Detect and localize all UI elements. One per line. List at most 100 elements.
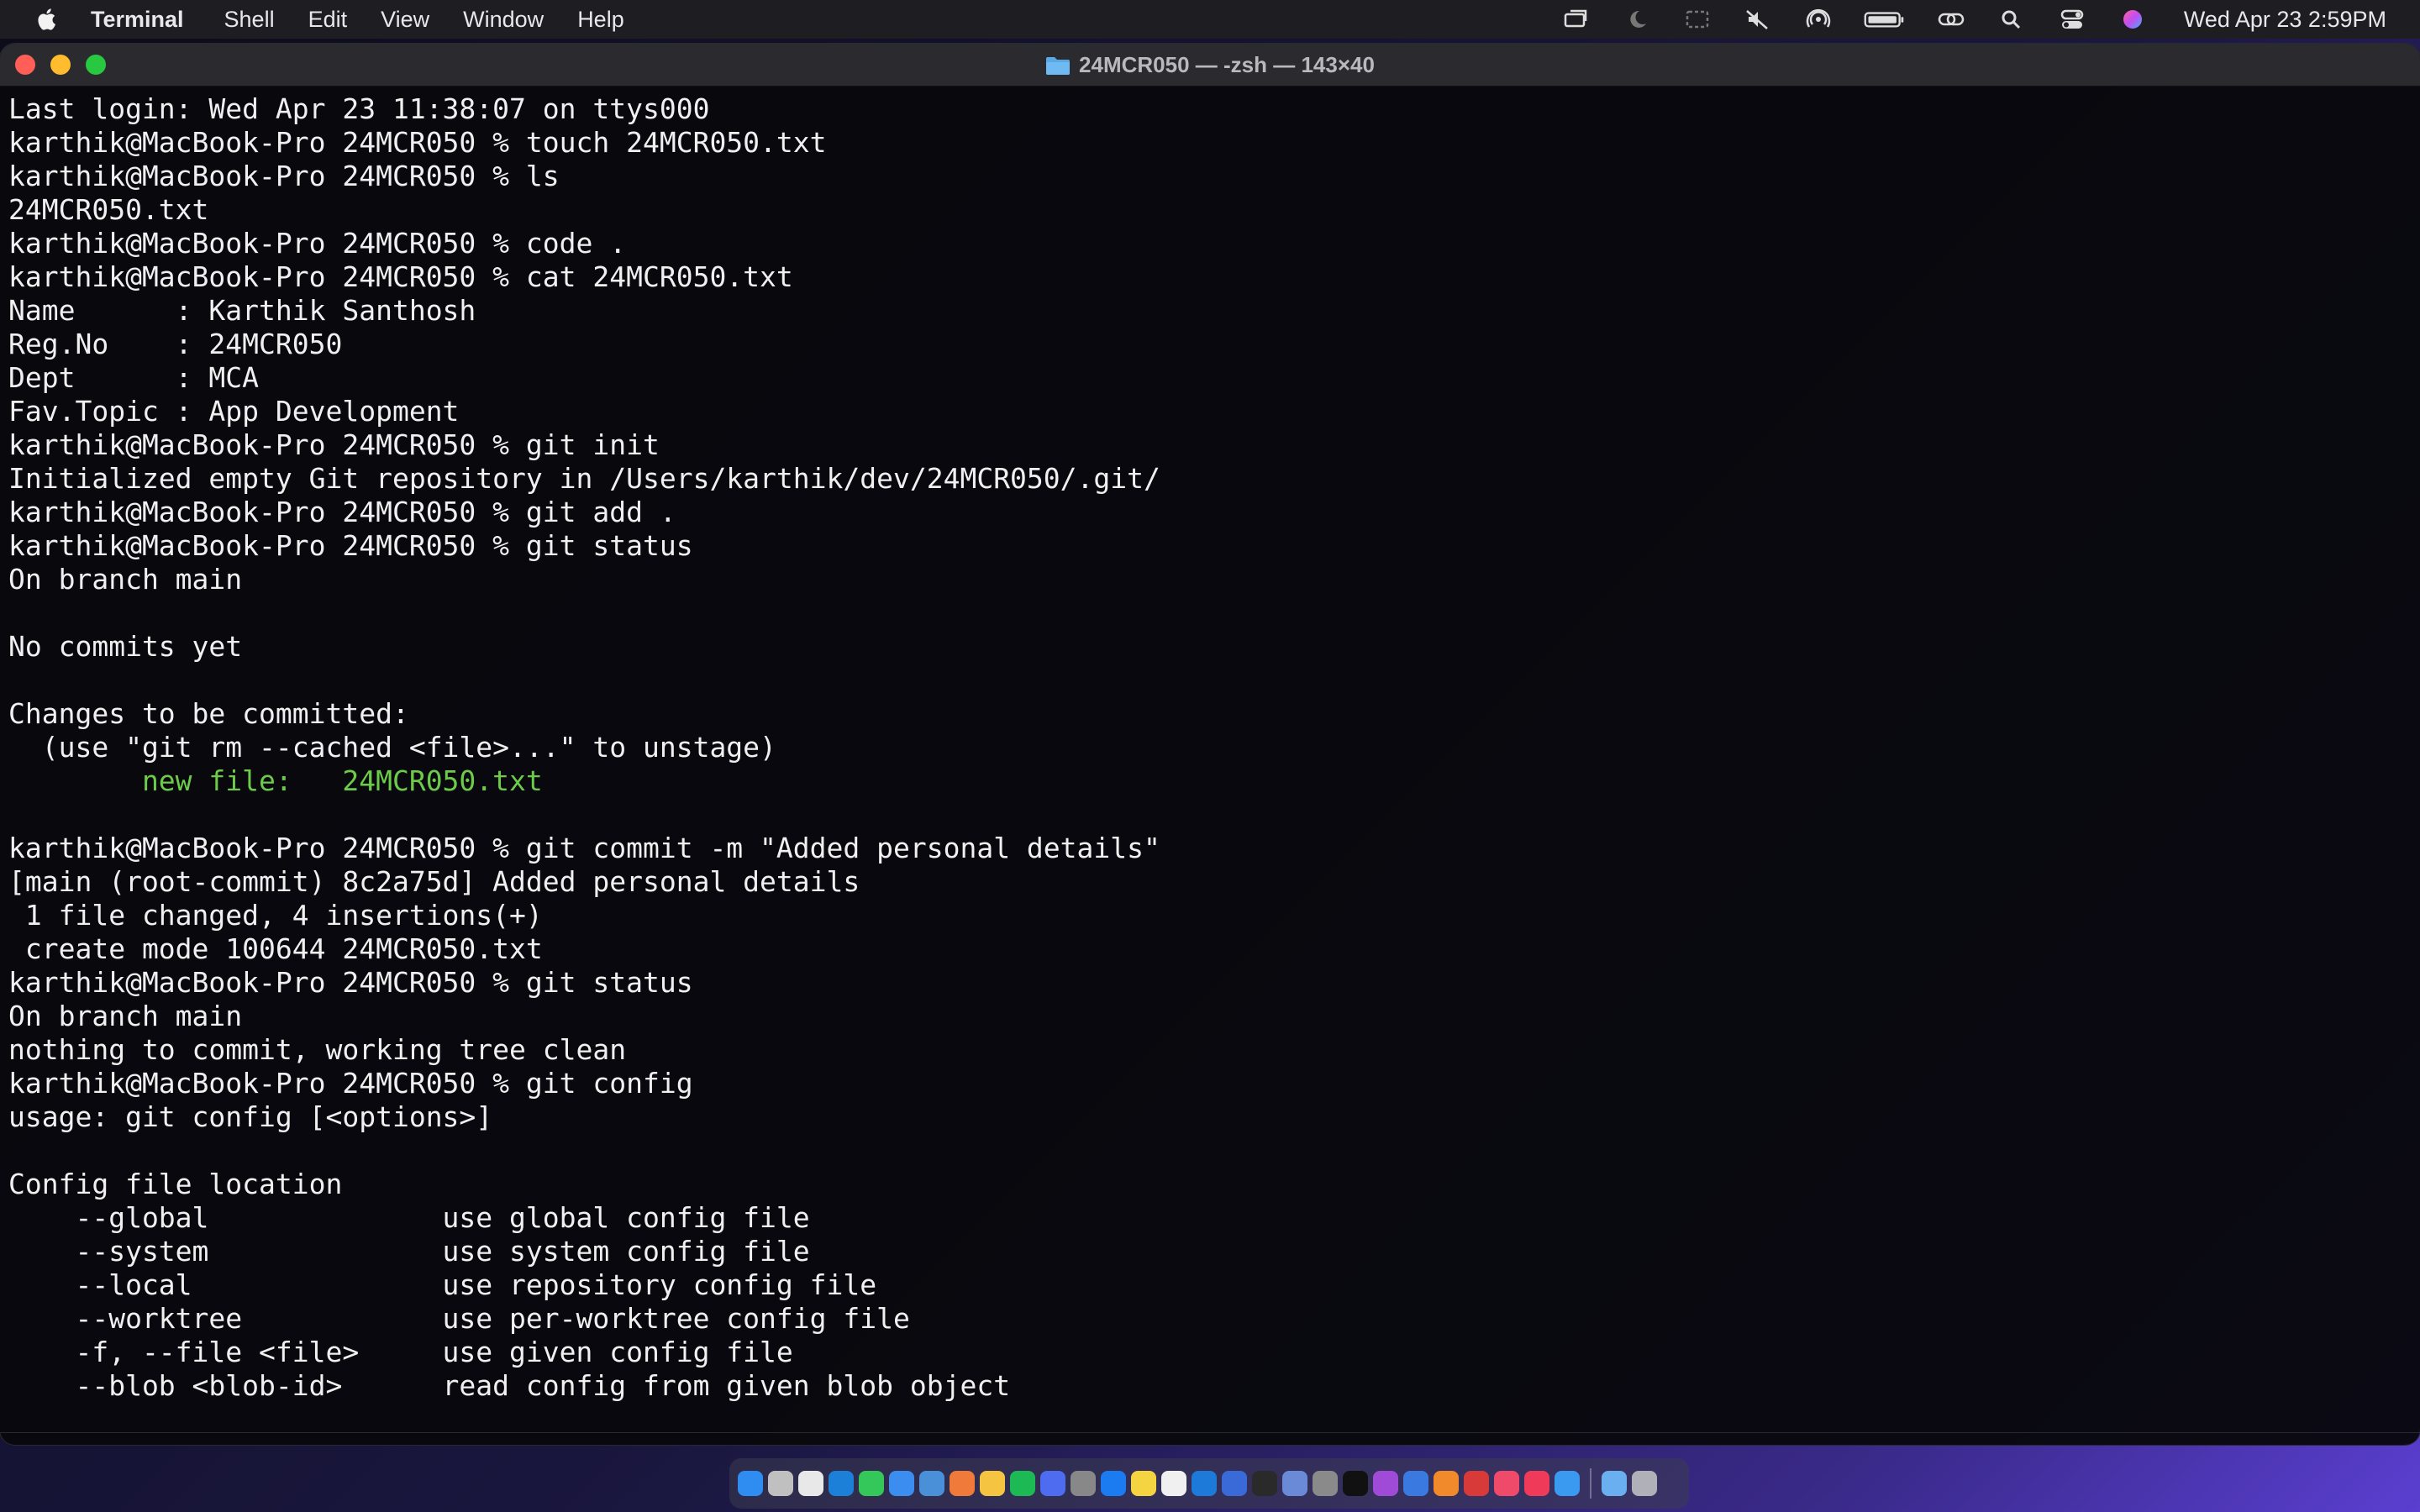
- terminal-line: --global use global config file: [8, 1201, 810, 1234]
- terminal-line: Fav.Topic : App Development: [8, 395, 460, 428]
- notes-icon[interactable]: [1131, 1471, 1156, 1496]
- terminal-line: karthik@MacBook-Pro 24MCR050 % cat 24MCR…: [8, 260, 793, 293]
- chrome-icon[interactable]: [798, 1471, 823, 1496]
- terminal-line: Dept : MCA: [8, 361, 260, 394]
- control-center-icon[interactable]: [2054, 7, 2090, 32]
- minimize-window-button[interactable]: [50, 55, 71, 75]
- terminal-line: -f, --file <file> use given config file: [8, 1336, 793, 1368]
- dock-separator: [1590, 1468, 1591, 1499]
- terminal-line: karthik@MacBook-Pro 24MCR050 % ls: [8, 160, 560, 192]
- preview-icon[interactable]: [1282, 1471, 1307, 1496]
- terminal-line: create mode 100644 24MCR050.txt: [8, 932, 543, 965]
- terminal-line: On branch main: [8, 1000, 243, 1032]
- safari-icon[interactable]: [1555, 1471, 1580, 1496]
- stack-icon[interactable]: [1040, 1471, 1065, 1496]
- zoom-window-button[interactable]: [86, 55, 106, 75]
- terminal-line: --local use repository config file: [8, 1268, 877, 1301]
- close-window-button[interactable]: [15, 55, 35, 75]
- terminal-line: usage: git config [<options>]: [8, 1100, 493, 1133]
- edge-icon[interactable]: [829, 1471, 854, 1496]
- menu-bar: Terminal Shell Edit View Window Help Wed…: [0, 0, 2420, 39]
- terminal-line: Initialized empty Git repository in /Use…: [8, 462, 1160, 495]
- terminal-line: nothing to commit, working tree clean: [8, 1033, 627, 1066]
- menu-window[interactable]: Window: [463, 7, 544, 33]
- terminal-line: Reg.No : 24MCR050: [8, 328, 343, 360]
- menu-app-terminal[interactable]: Terminal: [91, 7, 184, 33]
- terminal-line: new file: 24MCR050.txt: [8, 764, 543, 797]
- terminal-icon[interactable]: [1252, 1471, 1277, 1496]
- chatgpt-icon[interactable]: [1343, 1471, 1368, 1496]
- airdrop-icon[interactable]: [1801, 7, 1836, 32]
- scrollbar[interactable]: [2410, 86, 2420, 1445]
- launchpad-icon[interactable]: [768, 1471, 793, 1496]
- moon-icon[interactable]: [1619, 7, 1655, 32]
- system-settings-icon[interactable]: [1313, 1471, 1338, 1496]
- terminal-line: --worktree use per-worktree config file: [8, 1302, 910, 1335]
- terminal-line: Config file location: [8, 1168, 343, 1200]
- mail-icon[interactable]: [889, 1471, 914, 1496]
- terminal-window: 24MCR050 — -zsh — 143×40 Last login: Wed…: [0, 44, 2420, 1445]
- window-title-container: 24MCR050 — -zsh — 143×40: [0, 44, 2420, 86]
- screen-mirror-icon[interactable]: [1680, 7, 1715, 32]
- xcode-icon[interactable]: [1222, 1471, 1247, 1496]
- terminal-line: karthik@MacBook-Pro 24MCR050 % git commi…: [8, 832, 1160, 864]
- terminal-line: karthik@MacBook-Pro 24MCR050 % git add .: [8, 496, 676, 528]
- notes-app-icon[interactable]: [980, 1471, 1005, 1496]
- vscode-icon[interactable]: [1192, 1471, 1217, 1496]
- terminal-line: (use "git rm --cached <file>..." to unst…: [8, 731, 776, 764]
- terminal-output[interactable]: Last login: Wed Apr 23 11:38:07 on ttys0…: [8, 92, 2403, 1428]
- siri-icon[interactable]: [2115, 7, 2150, 32]
- title-bar[interactable]: 24MCR050 — -zsh — 143×40: [0, 44, 2420, 87]
- folder-icon: [1045, 55, 1071, 75]
- window-title: 24MCR050 — -zsh — 143×40: [1079, 51, 1375, 77]
- trash-icon[interactable]: [1632, 1471, 1657, 1496]
- menu-view[interactable]: View: [381, 7, 429, 33]
- menubar-clock[interactable]: Wed Apr 23 2:59PM: [2184, 7, 2386, 33]
- photos-icon[interactable]: [950, 1471, 975, 1496]
- pages-icon[interactable]: [1434, 1471, 1459, 1496]
- settings-app-icon[interactable]: [1071, 1471, 1096, 1496]
- terminal-line: 24MCR050.txt: [8, 193, 209, 226]
- podcasts-icon[interactable]: [1373, 1471, 1398, 1496]
- apple-logo-icon[interactable]: [32, 3, 64, 35]
- screen-recorder-icon[interactable]: [1464, 1471, 1489, 1496]
- stage-manager-icon[interactable]: [1559, 7, 1594, 32]
- terminal-line: Changes to be committed:: [8, 697, 409, 730]
- terminal-line: Last login: Wed Apr 23 11:38:07 on ttys0…: [8, 92, 710, 125]
- window-bottom-edge: [0, 1432, 2420, 1445]
- messages-icon[interactable]: [859, 1471, 884, 1496]
- terminal-line: --blob <blob-id> read config from given …: [8, 1369, 1011, 1402]
- terminal-line: On branch main: [8, 563, 243, 596]
- terminal-line: --system use system config file: [8, 1235, 810, 1268]
- battery-icon[interactable]: [1861, 7, 1908, 32]
- finder-icon[interactable]: [738, 1471, 763, 1496]
- menu-help[interactable]: Help: [577, 7, 624, 33]
- music-store-icon[interactable]: [1494, 1471, 1519, 1496]
- downloads-icon[interactable]: [1602, 1471, 1627, 1496]
- dock: [729, 1458, 1689, 1509]
- menu-edit[interactable]: Edit: [308, 7, 348, 33]
- terminal-line: karthik@MacBook-Pro 24MCR050 % git statu…: [8, 966, 693, 999]
- search-icon[interactable]: [1994, 7, 2029, 32]
- link-icon[interactable]: [1933, 7, 1969, 32]
- terminal-line: 1 file changed, 4 insertions(+): [8, 899, 543, 932]
- music-icon[interactable]: [1524, 1471, 1549, 1496]
- keynote-icon[interactable]: [1403, 1471, 1428, 1496]
- reminders-icon[interactable]: [1161, 1471, 1186, 1496]
- menu-shell[interactable]: Shell: [224, 7, 275, 33]
- terminal-line: [main (root-commit) 8c2a75d] Added perso…: [8, 865, 860, 898]
- terminal-line: karthik@MacBook-Pro 24MCR050 % touch 24M…: [8, 126, 827, 159]
- terminal-line: karthik@MacBook-Pro 24MCR050 % git init: [8, 428, 660, 461]
- terminal-line: Name : Karthik Santhosh: [8, 294, 476, 327]
- terminal-line: karthik@MacBook-Pro 24MCR050 % git confi…: [8, 1067, 693, 1100]
- terminal-line: karthik@MacBook-Pro 24MCR050 % git statu…: [8, 529, 693, 562]
- terminal-line: No commits yet: [8, 630, 243, 663]
- app-store-icon[interactable]: [1101, 1471, 1126, 1496]
- maps-icon[interactable]: [919, 1471, 944, 1496]
- mute-icon[interactable]: [1740, 7, 1776, 32]
- spotify-icon[interactable]: [1010, 1471, 1035, 1496]
